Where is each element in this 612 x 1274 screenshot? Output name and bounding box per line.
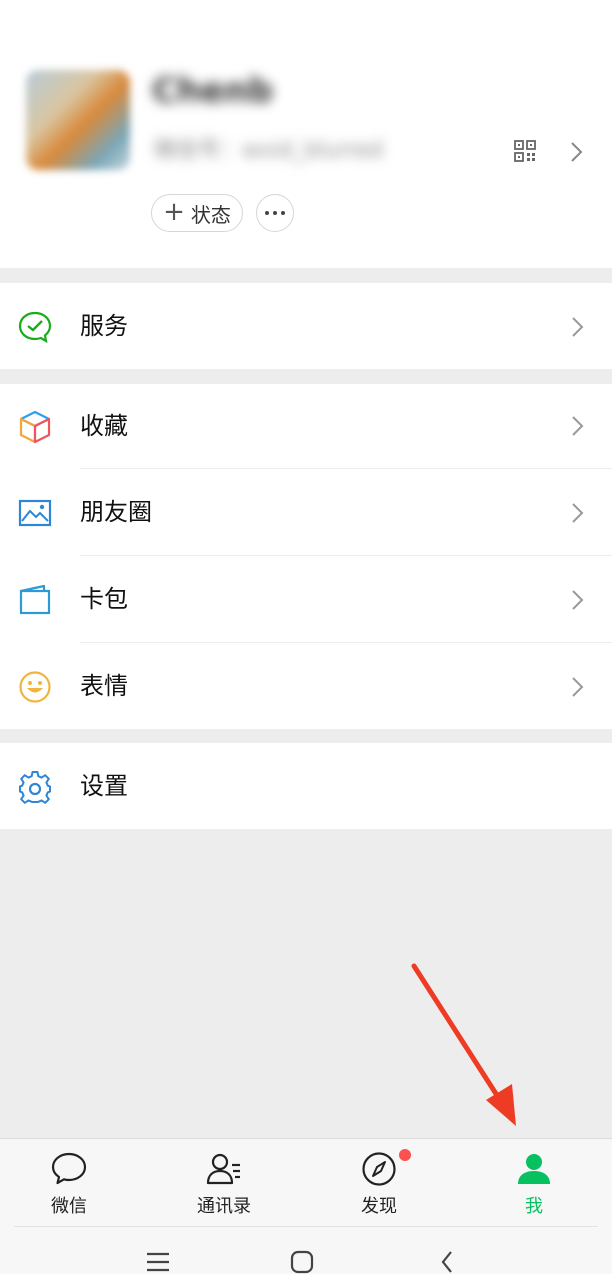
home-icon[interactable] <box>290 1250 314 1274</box>
dot-icon <box>273 211 277 215</box>
annotation-arrow-icon <box>411 963 516 1126</box>
smiley-icon <box>19 671 51 703</box>
profile-wechat-id: 微信号：wxid_blurred <box>154 138 383 163</box>
menu-item-favorites[interactable]: 收藏 <box>0 384 612 468</box>
tab-discover[interactable]: 发现 <box>319 1139 439 1227</box>
menu-item-label: 表情 <box>80 672 128 700</box>
menu-item-label: 设置 <box>80 772 128 800</box>
tab-label: 发现 <box>361 1196 397 1217</box>
menu-item-label: 收藏 <box>80 412 128 440</box>
plus-icon: + <box>163 197 185 227</box>
chat-bubble-icon <box>51 1152 87 1185</box>
back-icon[interactable] <box>440 1250 454 1274</box>
system-nav-bar <box>0 1226 612 1274</box>
tab-label: 微信 <box>51 1196 87 1217</box>
tab-label: 我 <box>525 1196 543 1217</box>
menu-group-services: 服务 <box>0 283 612 369</box>
service-check-icon <box>18 311 52 344</box>
dot-icon <box>265 211 269 215</box>
chevron-right-icon <box>572 416 584 436</box>
tab-me[interactable]: 我 <box>474 1139 594 1227</box>
chevron-right-icon <box>572 677 584 697</box>
cube-icon <box>19 410 51 444</box>
menu-item-label: 服务 <box>80 312 128 340</box>
qr-code-icon[interactable] <box>514 140 536 162</box>
menu-group-settings: 设置 <box>0 743 612 829</box>
tab-chats[interactable]: 微信 <box>9 1139 129 1227</box>
chevron-right-icon <box>572 590 584 610</box>
recent-apps-icon[interactable] <box>146 1252 170 1272</box>
bottom-tab-bar: 微信 通讯录 发现 我 <box>0 1138 612 1227</box>
profile-header[interactable]: Chenb 微信号：wxid_blurred + 状态 <box>0 0 612 268</box>
tab-contacts[interactable]: 通讯录 <box>164 1139 284 1227</box>
compass-icon <box>362 1152 396 1186</box>
menu-item-services[interactable]: 服务 <box>0 283 612 369</box>
dot-icon <box>281 211 285 215</box>
card-wallet-icon <box>19 584 51 615</box>
gear-icon <box>19 771 51 804</box>
menu-item-moments[interactable]: 朋友圈 <box>0 469 612 555</box>
profile-nickname: Chenb <box>152 71 273 111</box>
chevron-right-icon <box>572 317 584 337</box>
menu-item-label: 朋友圈 <box>80 498 152 526</box>
add-status-button[interactable]: + 状态 <box>151 194 243 232</box>
menu-item-stickers[interactable]: 表情 <box>0 643 612 729</box>
avatar[interactable] <box>26 70 130 170</box>
chevron-right-icon <box>572 503 584 523</box>
notification-dot <box>399 1149 411 1161</box>
menu-group-main: 收藏 朋友圈 卡包 表情 <box>0 384 612 729</box>
more-status-button[interactable] <box>256 194 294 232</box>
image-icon <box>18 499 52 527</box>
divider <box>14 1226 598 1227</box>
menu-item-cards[interactable]: 卡包 <box>0 556 612 642</box>
chevron-right-icon[interactable] <box>569 140 585 164</box>
contacts-icon <box>206 1153 240 1185</box>
menu-item-settings[interactable]: 设置 <box>0 743 612 829</box>
status-label: 状态 <box>190 202 231 227</box>
person-icon <box>518 1154 550 1184</box>
tab-label: 通讯录 <box>197 1196 251 1217</box>
menu-item-label: 卡包 <box>80 585 128 613</box>
